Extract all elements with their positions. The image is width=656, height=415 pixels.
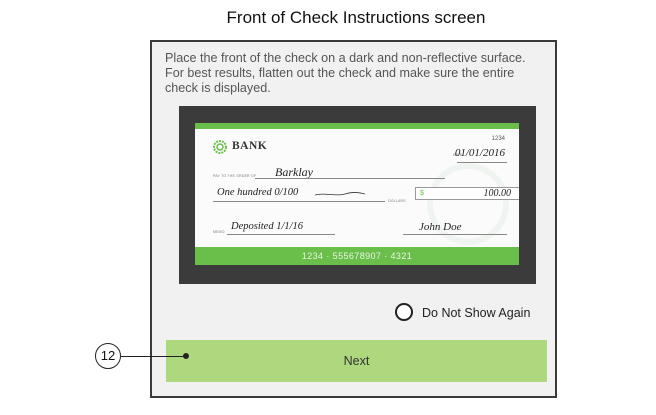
check-top-stripe <box>195 123 519 129</box>
amount-squiggle-icon <box>315 192 365 196</box>
memo-text: Deposited 1/1/16 <box>231 221 304 232</box>
screen-caption: Front of Check Instructions screen <box>226 8 486 27</box>
check-date: 01/01/2016 <box>454 147 505 159</box>
amount-value: 100.00 <box>483 188 512 199</box>
signature-line <box>403 234 507 235</box>
check-number: 1234 <box>491 136 505 142</box>
amount-box: $ 100.00 <box>415 187 519 200</box>
signature: John Doe <box>419 221 462 233</box>
date-line <box>457 162 507 163</box>
next-button[interactable]: Next <box>166 340 547 382</box>
bank-logo-icon <box>213 140 227 154</box>
instructions-screen: Place the front of the check on a dark a… <box>150 40 557 398</box>
check-image-frame: BANK 1234 DATE 01/01/2016 PAY TO THE ORD… <box>179 106 536 284</box>
instructions-text: Place the front of the check on a dark a… <box>165 51 526 95</box>
micr-line: 1234 · 555678907 · 4321 <box>195 247 519 265</box>
currency-symbol: $ <box>420 190 424 197</box>
do-not-show-again-radio[interactable] <box>395 303 413 321</box>
payee-line <box>255 178 445 179</box>
bank-name: BANK <box>232 140 268 152</box>
memo-line <box>227 234 335 235</box>
memo-label: MEMO <box>213 230 225 234</box>
sample-check-image: BANK 1234 DATE 01/01/2016 PAY TO THE ORD… <box>195 123 519 265</box>
callout-leader-line <box>121 356 185 357</box>
pay-to-label: PAY TO THE ORDER OF <box>213 174 257 178</box>
amount-in-words: One hundred 0/100 <box>217 187 299 198</box>
do-not-show-again-label: Do Not Show Again <box>422 306 531 320</box>
amount-words-line <box>213 201 385 202</box>
callout-number: 12 <box>95 343 121 369</box>
callout-dot <box>183 353 189 359</box>
dollars-label: DOLLARS <box>388 199 406 203</box>
